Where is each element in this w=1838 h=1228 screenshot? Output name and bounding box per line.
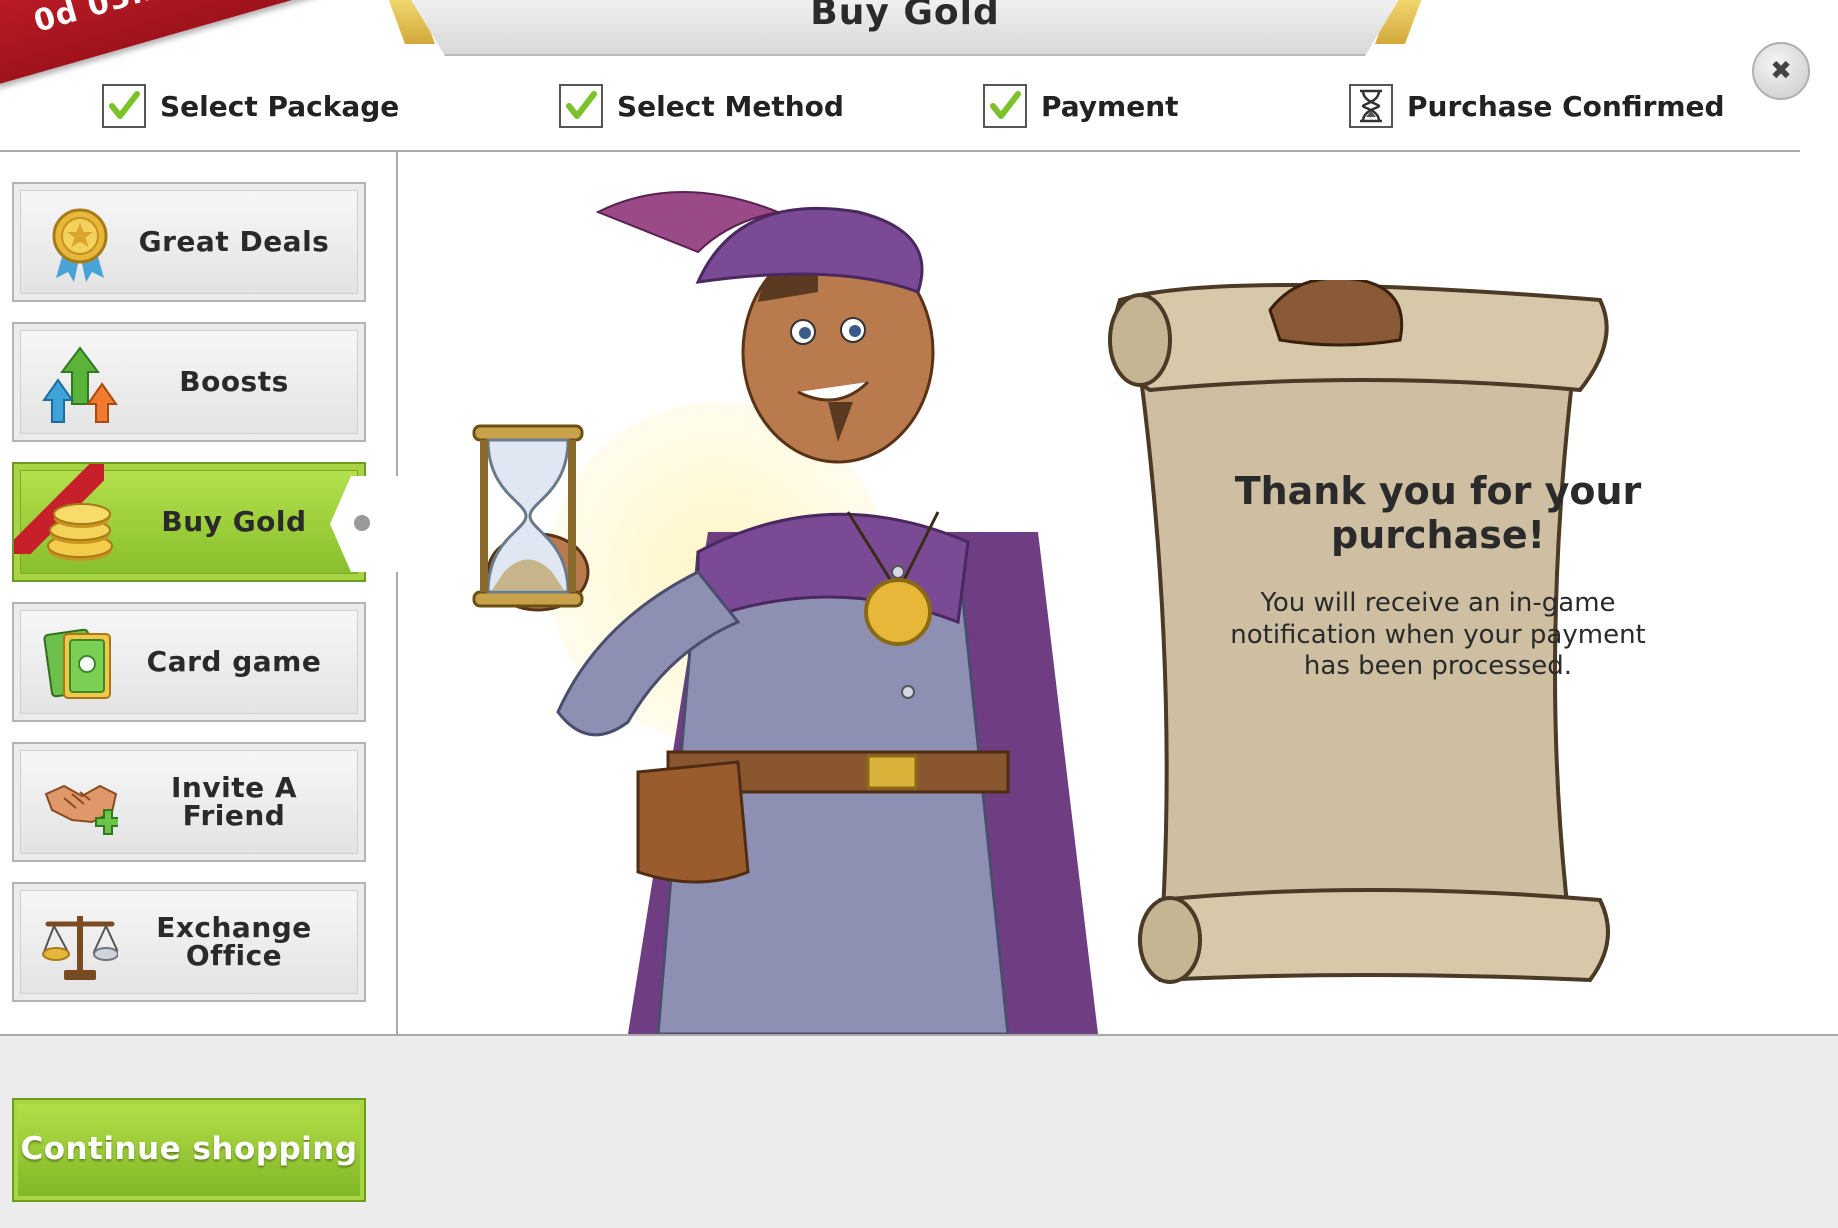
sidebar-item-buy-gold[interactable]: Buy Gold [12, 462, 366, 582]
hourglass-icon [472, 424, 584, 608]
hourglass-icon [1349, 84, 1393, 128]
sidebar-item-exchange-office[interactable]: Exchange Office [12, 882, 366, 1002]
arrows-up-icon [42, 346, 118, 423]
step-select-package: Select Package [102, 82, 399, 130]
sidebar-item-card-game[interactable]: Card game [12, 602, 366, 722]
active-item-dot [354, 515, 370, 531]
sidebar-item-label: Invite A Friend [171, 771, 297, 832]
step-label: Select Method [617, 89, 844, 123]
scales-icon [42, 916, 118, 980]
checkmark-icon [102, 84, 146, 128]
close-button[interactable]: ✖ [1752, 42, 1810, 100]
sidebar-item-invite-a-friend[interactable]: Invite A Friend [12, 742, 366, 862]
step-label: Purchase Confirmed [1407, 89, 1725, 123]
sidebar-item-label: Great Deals [138, 225, 330, 258]
continue-shopping-button[interactable]: Continue shopping [12, 1098, 366, 1202]
sidebar-item-label: Card game [146, 645, 322, 678]
step-payment: Payment [983, 82, 1179, 130]
checkmark-icon [559, 84, 603, 128]
sidebar-item-boosts[interactable]: Boosts [12, 322, 366, 442]
close-icon: ✖ [1770, 56, 1792, 86]
cards-icon [43, 628, 111, 699]
step-label: Payment [1041, 89, 1179, 123]
confirmation-title: Thank you for your purchase! [1234, 469, 1642, 557]
confirmation-panel: Thank you for your purchase! You will re… [398, 152, 1838, 1034]
checkmark-icon [983, 84, 1027, 128]
sidebar-item-label: Buy Gold [161, 505, 307, 538]
step-purchase-confirmed: Purchase Confirmed [1349, 82, 1725, 130]
gold-coins-icon [47, 503, 113, 561]
page-title: Buy Gold [810, 0, 1000, 33]
step-select-method: Select Method [559, 82, 844, 130]
confirmation-message: You will receive an in-game notification… [1230, 588, 1646, 682]
sidebar-item-label: Boosts [179, 365, 289, 398]
medal-icon [52, 208, 108, 282]
handshake-icon [44, 784, 118, 835]
sidebar-item-great-deals[interactable]: Great Deals [12, 182, 366, 302]
sidebar-item-label: Exchange Office [156, 911, 312, 972]
step-label: Select Package [160, 89, 400, 123]
sidebar: Great Deals Boosts Buy Gold Card game In… [0, 152, 398, 1034]
